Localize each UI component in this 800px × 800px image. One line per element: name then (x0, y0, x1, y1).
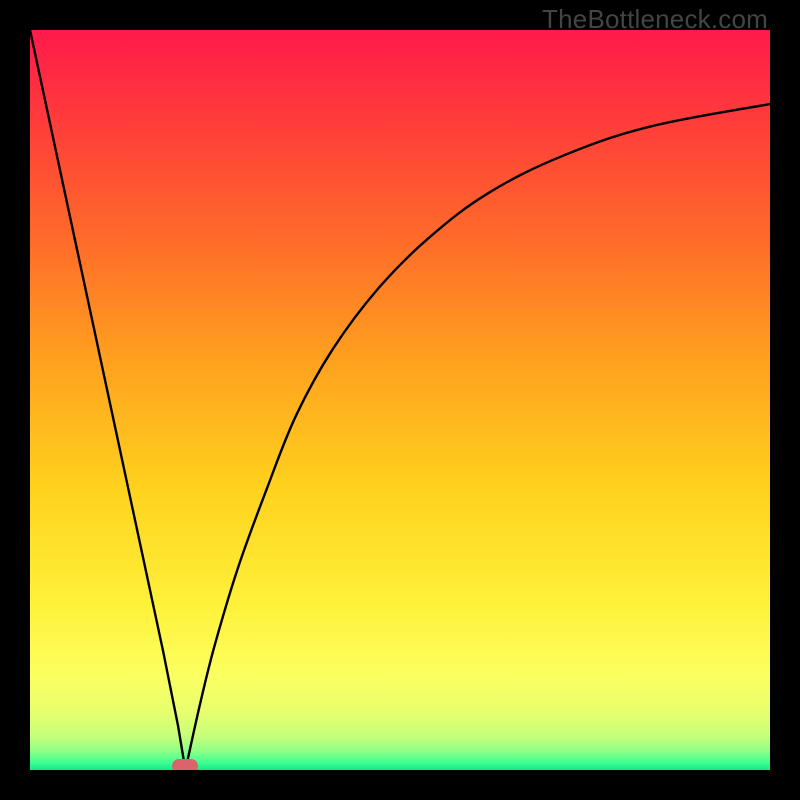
minimum-marker (172, 759, 198, 770)
bottleneck-curve (30, 30, 770, 770)
plot-area (30, 30, 770, 770)
chart-frame: TheBottleneck.com (0, 0, 800, 800)
